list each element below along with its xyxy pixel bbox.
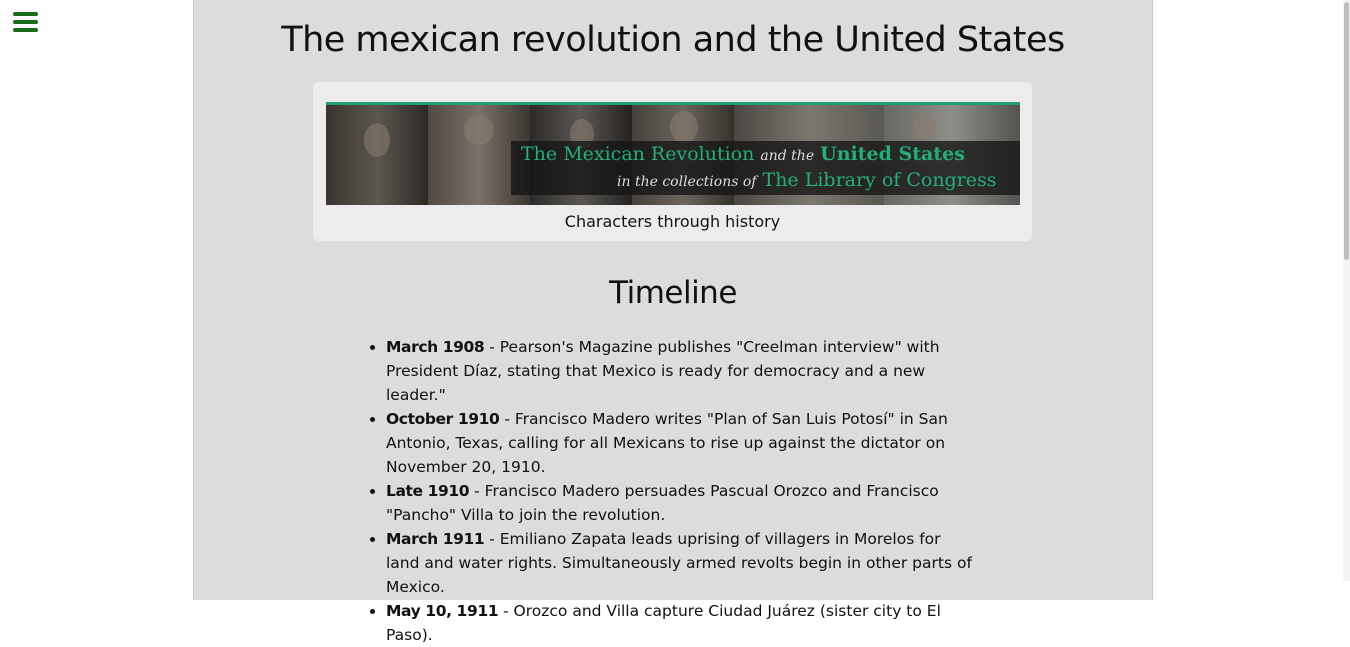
banner-text-line1: The Mexican Revolution [521,143,755,165]
banner-figure: The Mexican Revolution and the United St… [313,82,1032,241]
figure-caption: Characters through history [564,212,781,231]
timeline-item: October 1910 - Francisco Madero writes "… [386,407,976,479]
scrollbar-thumb[interactable] [1344,2,1349,260]
banner-text: The Mexican Revolution and the United St… [511,141,1020,195]
banner-text-line2: The Library of Congress [762,169,997,191]
timeline-date: Late 1910 [386,482,470,500]
timeline-item: Late 1910 - Francisco Madero persuades P… [386,479,976,527]
menu-bar [13,28,38,32]
portrait-photo [326,105,428,205]
hamburger-menu-icon[interactable] [13,12,38,34]
banner-text-line1-connector: and the [760,148,815,164]
timeline-item: May 10, 1911 - Orozco and Villa capture … [386,599,976,647]
menu-bar [13,20,38,24]
timeline-date: March 1908 [386,338,485,356]
main-content: The mexican revolution and the United St… [193,0,1153,644]
timeline-item: March 1911 - Emiliano Zapata leads upris… [386,527,976,599]
timeline-text: - Francisco Madero persuades Pascual Oro… [386,482,939,524]
timeline-heading: Timeline [609,275,737,311]
timeline-item: March 1908 - Pearson's Magazine publishe… [386,335,976,407]
banner-text-line2-connector: in the collections of [617,174,757,190]
timeline-list: March 1908 - Pearson's Magazine publishe… [372,335,976,647]
timeline-date: October 1910 [386,410,500,428]
timeline-date: March 1911 [386,530,485,548]
banner-text-line1-end: United States [820,143,965,165]
page-title: The mexican revolution and the United St… [281,20,1065,60]
timeline-date: May 10, 1911 [386,602,499,620]
banner-image: The Mexican Revolution and the United St… [326,102,1020,205]
page-scrollbar[interactable] [1343,0,1350,581]
menu-bar [13,12,38,16]
